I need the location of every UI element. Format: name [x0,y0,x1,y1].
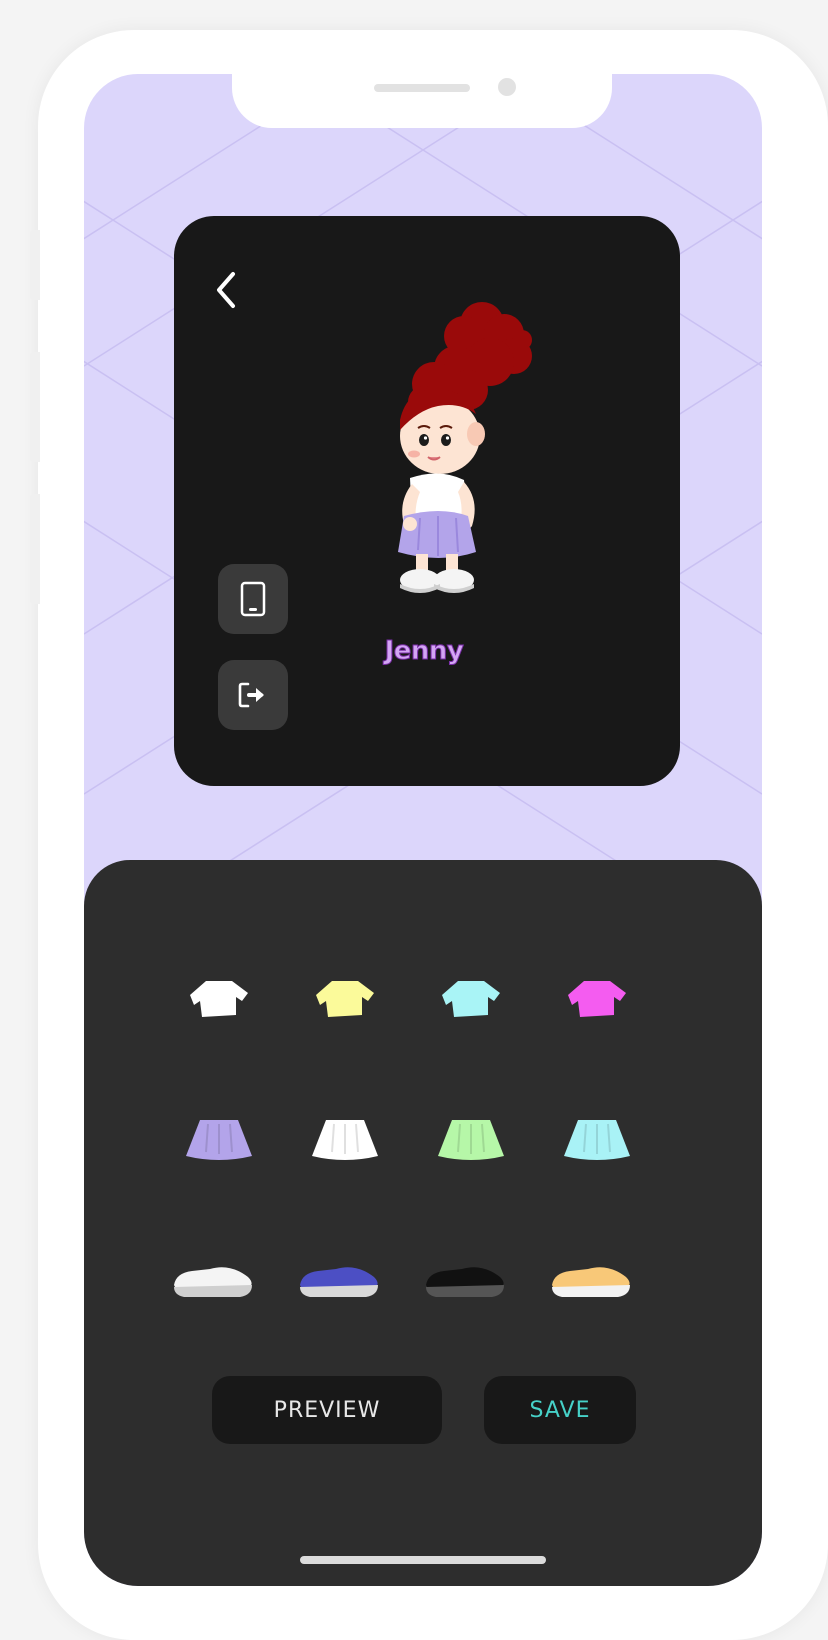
shoe-icon [300,1267,378,1297]
shoe-icon [552,1267,630,1297]
wardrobe-panel: PREVIEW SAVE [84,860,762,1586]
phone-side-button [30,494,40,604]
character-avatar [398,302,532,593]
shirt-icon [316,981,374,1017]
shirt-icon [568,981,626,1017]
phone-notch [232,74,612,128]
phone-side-button [30,352,40,462]
home-indicator [300,1556,546,1564]
preview-button[interactable]: PREVIEW [212,1376,442,1444]
wardrobe-item-white-shoes[interactable] [168,1244,258,1314]
phone-camera [498,78,516,96]
character-name: Jenny [384,636,464,667]
skirt-icon [564,1120,630,1160]
skirt-icon [438,1120,504,1160]
shirt-icon [442,981,500,1017]
wardrobe-item-yellow-shirt[interactable] [300,964,390,1034]
logout-button[interactable] [218,660,288,730]
save-button[interactable]: SAVE [484,1376,636,1444]
phone-side-button [30,230,40,300]
skirt-icon [312,1120,378,1160]
wardrobe-item-green-skirt[interactable] [426,1104,516,1174]
chevron-left-icon [217,272,235,308]
wardrobe-item-cyan-shirt[interactable] [426,964,516,1034]
wardrobe-item-cyan-skirt[interactable] [552,1104,642,1174]
phone-speaker [374,84,470,92]
wardrobe-item-pink-shirt[interactable] [552,964,642,1034]
skirt-icon [186,1120,252,1160]
wardrobe-item-black-shoes[interactable] [420,1244,510,1314]
wardrobe-grid [174,964,674,1324]
avatar-preview-card: Jenny [174,216,680,786]
wardrobe-item-white-shirt[interactable] [174,964,264,1034]
wardrobe-item-purple-skirt[interactable] [174,1104,264,1174]
device-button[interactable] [218,564,288,634]
sign-out-icon [238,682,264,708]
shoe-icon [426,1267,504,1297]
wardrobe-item-white-skirt[interactable] [300,1104,390,1174]
wardrobe-item-blue-shoes[interactable] [294,1244,384,1314]
wardrobe-item-orange-shoes[interactable] [546,1244,636,1314]
back-button[interactable] [202,266,250,314]
mobile-device-icon [240,581,266,617]
shirt-icon [190,981,248,1017]
shoe-icon [174,1267,252,1297]
